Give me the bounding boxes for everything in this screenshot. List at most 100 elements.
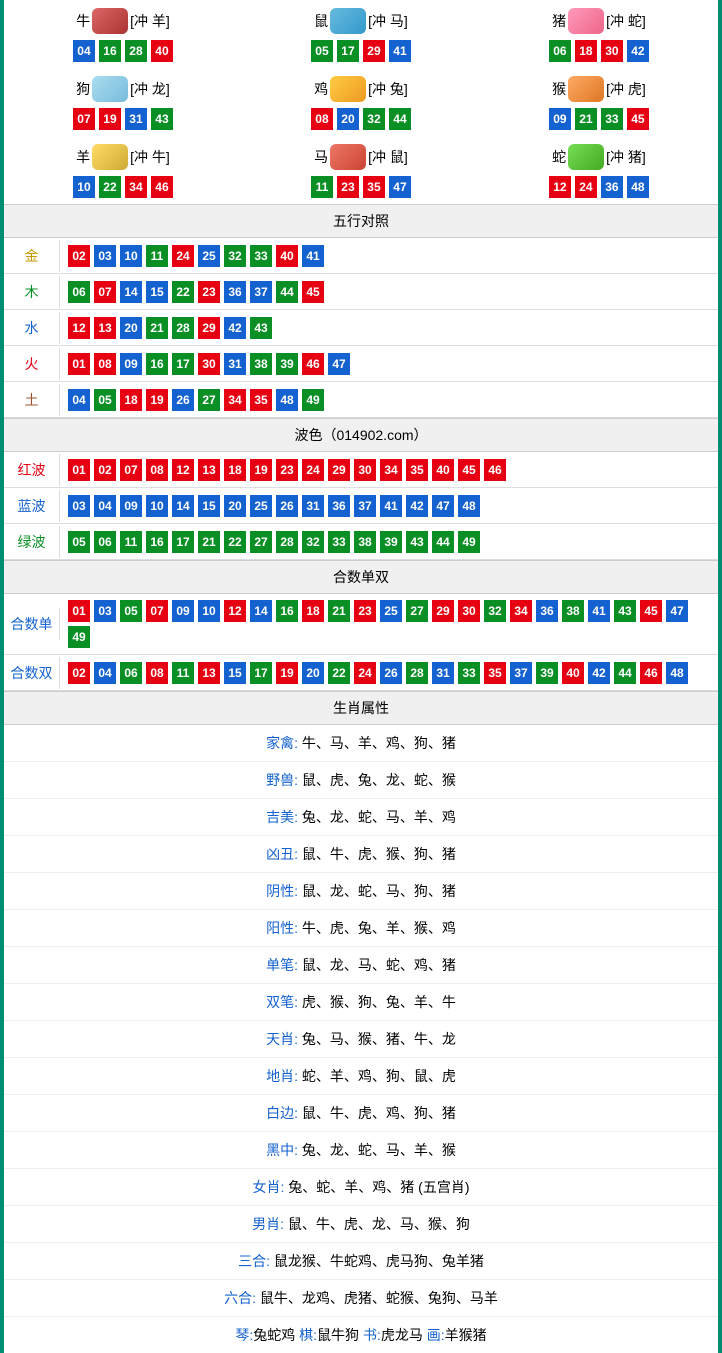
number-ball: 40 xyxy=(151,40,173,62)
number-chip: 02 xyxy=(68,245,90,267)
zodiac-clash: [冲 虎] xyxy=(606,79,646,99)
number-chip: 25 xyxy=(380,600,402,622)
number-chip: 24 xyxy=(354,662,376,684)
row-chips: 03040910141520252631363741424748 xyxy=(60,489,718,523)
number-chip: 43 xyxy=(406,531,428,553)
number-chip: 01 xyxy=(68,600,90,622)
footer-label: 琴: xyxy=(235,1327,253,1343)
number-ball: 45 xyxy=(627,108,649,130)
number-chip: 18 xyxy=(302,600,324,622)
number-chip: 24 xyxy=(302,459,324,481)
number-chip: 35 xyxy=(484,662,506,684)
attr-row: 六合: 鼠牛、龙鸡、虎猪、蛇猴、兔狗、马羊 xyxy=(4,1280,718,1317)
number-chip: 39 xyxy=(380,531,402,553)
number-chip: 22 xyxy=(328,662,350,684)
number-chip: 35 xyxy=(406,459,428,481)
number-chip: 03 xyxy=(68,495,90,517)
zodiac-clash: [冲 羊] xyxy=(130,11,170,31)
attr-label: 男肖: xyxy=(252,1216,284,1232)
number-chip: 14 xyxy=(120,281,142,303)
chip-row: 火0108091617303138394647 xyxy=(4,346,718,382)
attr-label: 三合: xyxy=(238,1253,270,1269)
number-ball: 42 xyxy=(627,40,649,62)
number-chip: 16 xyxy=(146,531,168,553)
footer-label: 画: xyxy=(427,1327,445,1343)
footer-row: 琴:兔蛇鸡 棋:鼠牛狗 书:虎龙马 画:羊猴猪 xyxy=(4,1317,718,1353)
number-chip: 07 xyxy=(146,600,168,622)
number-chip: 47 xyxy=(328,353,350,375)
number-chip: 25 xyxy=(250,495,272,517)
number-chip: 31 xyxy=(224,353,246,375)
number-chip: 33 xyxy=(328,531,350,553)
attr-row: 天肖: 兔、马、猴、猪、牛、龙 xyxy=(4,1021,718,1058)
attr-row: 凶丑: 鼠、牛、虎、猴、狗、猪 xyxy=(4,836,718,873)
attr-value: 鼠、龙、蛇、马、狗、猪 xyxy=(298,883,456,899)
row-chips: 0102070812131819232429303435404546 xyxy=(60,453,718,487)
number-chip: 15 xyxy=(146,281,168,303)
number-ball: 19 xyxy=(99,108,121,130)
chip-row: 蓝波03040910141520252631363741424748 xyxy=(4,488,718,524)
attr-label: 双笔: xyxy=(266,994,298,1010)
zodiac-top: 猪[冲 蛇] xyxy=(480,6,718,36)
footer-label: 棋: xyxy=(299,1327,317,1343)
number-chip: 09 xyxy=(172,600,194,622)
attr-label: 天肖: xyxy=(266,1031,298,1047)
number-chip: 35 xyxy=(250,389,272,411)
number-chip: 14 xyxy=(172,495,194,517)
row-chips: 04051819262734354849 xyxy=(60,383,718,417)
number-chip: 11 xyxy=(120,531,142,553)
zodiac-cell: 狗[冲 龙]07193143 xyxy=(4,68,242,136)
attr-row: 阳性: 牛、虎、兔、羊、猴、鸡 xyxy=(4,910,718,947)
number-chip: 23 xyxy=(276,459,298,481)
number-chip: 12 xyxy=(68,317,90,339)
number-chip: 42 xyxy=(406,495,428,517)
number-chip: 40 xyxy=(562,662,584,684)
zodiac-icon xyxy=(568,76,604,102)
bose-rows: 红波0102070812131819232429303435404546蓝波03… xyxy=(4,452,718,560)
number-chip: 04 xyxy=(94,662,116,684)
zodiac-balls: 10223446 xyxy=(4,176,242,198)
number-ball: 46 xyxy=(151,176,173,198)
number-chip: 19 xyxy=(250,459,272,481)
attr-label: 家禽: xyxy=(266,735,298,751)
zodiac-top: 羊[冲 牛] xyxy=(4,142,242,172)
number-chip: 22 xyxy=(172,281,194,303)
number-ball: 35 xyxy=(363,176,385,198)
number-chip: 43 xyxy=(250,317,272,339)
number-ball: 47 xyxy=(389,176,411,198)
footer-value: 鼠牛狗 xyxy=(317,1327,363,1343)
number-chip: 10 xyxy=(198,600,220,622)
number-ball: 24 xyxy=(575,176,597,198)
attr-value: 鼠龙猴、牛蛇鸡、虎马狗、兔羊猪 xyxy=(270,1253,484,1269)
chip-row: 红波0102070812131819232429303435404546 xyxy=(4,452,718,488)
row-label: 合数双 xyxy=(4,657,60,689)
number-ball: 33 xyxy=(601,108,623,130)
wuxing-rows: 金02031011242532334041木060714152223363744… xyxy=(4,238,718,418)
number-ball: 07 xyxy=(73,108,95,130)
attr-value: 鼠、虎、兔、龙、蛇、猴 xyxy=(298,772,456,788)
number-chip: 32 xyxy=(302,531,324,553)
zodiac-top: 牛[冲 羊] xyxy=(4,6,242,36)
number-chip: 11 xyxy=(172,662,194,684)
zodiac-grid: 牛[冲 羊]04162840鼠[冲 马]05172941猪[冲 蛇]061830… xyxy=(4,0,718,204)
attr-value: 鼠牛、龙鸡、虎猪、蛇猴、兔狗、马羊 xyxy=(256,1290,498,1306)
row-label: 土 xyxy=(4,384,60,416)
number-chip: 08 xyxy=(94,353,116,375)
zodiac-icon xyxy=(568,8,604,34)
number-chip: 38 xyxy=(354,531,376,553)
number-chip: 29 xyxy=(328,459,350,481)
number-chip: 09 xyxy=(120,495,142,517)
number-chip: 31 xyxy=(302,495,324,517)
row-chips: 0108091617303138394647 xyxy=(60,347,718,381)
number-chip: 49 xyxy=(68,626,90,648)
zodiac-name: 蛇 xyxy=(552,147,566,167)
attr-row: 三合: 鼠龙猴、牛蛇鸡、虎马狗、兔羊猪 xyxy=(4,1243,718,1280)
number-chip: 48 xyxy=(666,662,688,684)
zodiac-cell: 牛[冲 羊]04162840 xyxy=(4,0,242,68)
zodiac-clash: [冲 猪] xyxy=(606,147,646,167)
footer-value: 兔蛇鸡 xyxy=(253,1327,299,1343)
number-chip: 42 xyxy=(224,317,246,339)
number-ball: 44 xyxy=(389,108,411,130)
chip-row: 水1213202128294243 xyxy=(4,310,718,346)
heshu-header: 合数单双 xyxy=(4,560,718,594)
